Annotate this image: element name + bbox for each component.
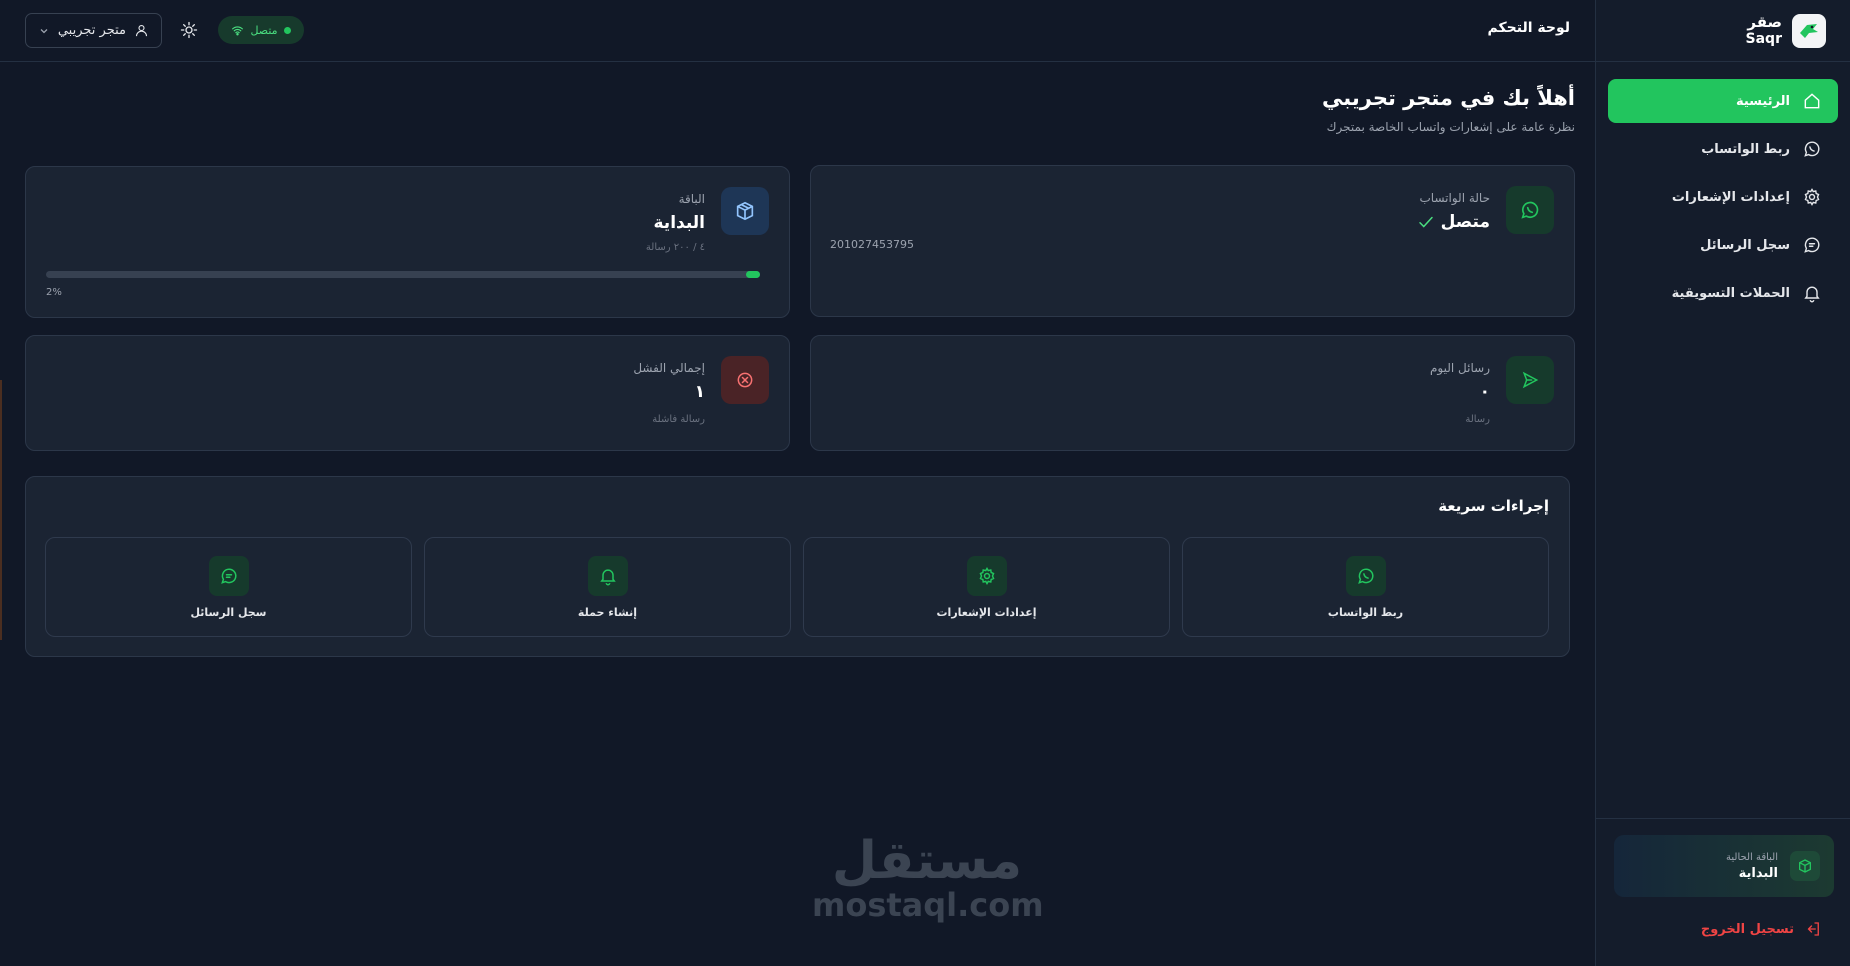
welcome-title: أهلاً بك في متجر تجريبي (1322, 86, 1575, 110)
sidebar-item-home[interactable]: الرئيسية (1608, 79, 1838, 123)
sidebar-nav: الرئيسية ربط الواتساب إعدادات الإشعارات … (1596, 62, 1850, 315)
sidebar-item-label: الحملات التسويقية (1671, 285, 1790, 301)
account-name: متجر تجريبي (57, 23, 126, 38)
plan-progress-bar (46, 271, 760, 278)
home-icon (1804, 93, 1820, 109)
quick-action-create-campaign[interactable]: إنشاء حملة (424, 537, 791, 637)
watermark-en: mostaql.com (812, 886, 1044, 924)
sidebar-item-campaigns[interactable]: الحملات التسويقية (1608, 271, 1838, 315)
logout-button[interactable]: تسجيل الخروج (1701, 920, 1822, 938)
quick-action-message-log[interactable]: سجل الرسائل (45, 537, 412, 637)
whatsapp-status-card: حالة الواتساب متصل 201027453795 (810, 165, 1575, 317)
page-title: لوحة التحكم (1487, 20, 1570, 36)
brand-name-ar: صقر (1747, 13, 1782, 31)
plan-usage: ٤ / ٢٠٠ رسالة (645, 242, 705, 253)
quick-action-label: سجل الرسائل (190, 605, 267, 619)
status-dot (283, 26, 291, 34)
failed-messages-unit: رسالة فاشلة (652, 414, 705, 425)
sidebar-item-message-log[interactable]: سجل الرسائل (1608, 223, 1838, 267)
today-messages-value: ٠ (1479, 382, 1490, 402)
send-icon (1506, 356, 1554, 404)
brand[interactable]: صقر Saqr (1596, 0, 1850, 62)
whatsapp-phone-number: 201027453795 (830, 238, 914, 251)
sidebar: صقر Saqr الرئيسية ربط الواتساب إعدادات ا… (1595, 0, 1850, 966)
sidebar-item-whatsapp[interactable]: ربط الواتساب (1608, 127, 1838, 171)
quick-actions-panel: إجراءات سريعة ربط الواتساب إعدادات الإشع… (25, 476, 1570, 657)
welcome-subtitle: نظرة عامة على إشعارات واتساب الخاصة بمتج… (1326, 120, 1575, 134)
sidebar-footer: الباقة الحالية البداية تسجيل الخروج (1596, 818, 1850, 966)
connection-status-badge: متصل (218, 16, 304, 44)
quick-action-label: إنشاء حملة (577, 605, 638, 619)
sidebar-item-notification-settings[interactable]: إعدادات الإشعارات (1608, 175, 1838, 219)
sidebar-item-label: إعدادات الإشعارات (1671, 189, 1790, 205)
brand-name-en: Saqr (1745, 31, 1782, 47)
gear-icon (1804, 188, 1820, 206)
failed-messages-card: إجمالي الفشل ١ رسالة فاشلة (25, 335, 790, 451)
falcon-logo-icon (1792, 13, 1826, 48)
user-icon (135, 24, 148, 37)
logout-icon (1807, 922, 1819, 936)
wifi-icon (232, 25, 244, 36)
bell-icon (1804, 286, 1820, 303)
chevron-down-icon (40, 28, 48, 33)
sun-icon[interactable] (180, 21, 198, 39)
sidebar-item-label: ربط الواتساب (1701, 141, 1790, 157)
quick-action-label: ربط الواتساب (1327, 605, 1404, 619)
failed-messages-value: ١ (694, 382, 705, 402)
watermark-ar: مستقل (831, 831, 1023, 891)
sidebar-item-label: سجل الرسائل (1700, 237, 1790, 253)
check-icon (1418, 216, 1433, 228)
edge-accent (0, 380, 2, 640)
bell-icon (587, 555, 628, 596)
package-icon (1790, 851, 1820, 881)
whatsapp-icon (1804, 141, 1820, 157)
whatsapp-icon (1345, 555, 1386, 596)
whatsapp-status-text: متصل (1440, 212, 1490, 232)
quick-action-label: إعدادات الإشعارات (936, 605, 1037, 619)
welcome-section: أهلاً بك في متجر تجريبي نظرة عامة على إش… (1322, 86, 1575, 134)
today-messages-unit: رسالة (1465, 414, 1490, 425)
plan-progress-fill (745, 271, 760, 278)
plan-label: الباقة (678, 192, 705, 206)
top-bar: لوحة التحكم متجر تجريبي متصل (0, 0, 1595, 62)
account-dropdown[interactable]: متجر تجريبي (25, 13, 162, 48)
watermark: مستقل mostaql.com (812, 831, 1044, 924)
current-plan-label: الباقة الحالية (1726, 851, 1778, 863)
gear-icon (966, 555, 1007, 596)
failed-messages-label: إجمالي الفشل (633, 361, 705, 375)
quick-actions-title: إجراءات سريعة (1438, 497, 1549, 515)
logout-label: تسجيل الخروج (1700, 921, 1794, 937)
whatsapp-status-value: متصل (1417, 212, 1490, 232)
plan-card: الباقة البداية ٤ / ٢٠٠ رسالة 2% (25, 166, 790, 318)
message-icon (1804, 237, 1820, 253)
plan-name: البداية (653, 213, 706, 233)
plan-progress-percent: 2% (46, 287, 62, 298)
today-messages-card: رسائل اليوم ٠ رسالة (810, 335, 1575, 451)
current-plan-card: الباقة الحالية البداية (1614, 835, 1834, 897)
connection-status-label: متصل (250, 23, 278, 37)
error-circle-icon (721, 356, 769, 404)
quick-action-notification-settings[interactable]: إعدادات الإشعارات (803, 537, 1170, 637)
whatsapp-icon (1506, 186, 1554, 234)
sidebar-item-label: الرئيسية (1735, 93, 1790, 109)
today-messages-label: رسائل اليوم (1430, 361, 1490, 375)
package-icon (721, 187, 769, 235)
message-icon (208, 555, 249, 596)
current-plan-name: البداية (1738, 865, 1778, 881)
quick-action-whatsapp[interactable]: ربط الواتساب (1182, 537, 1549, 637)
whatsapp-status-label: حالة الواتساب (1419, 191, 1491, 205)
